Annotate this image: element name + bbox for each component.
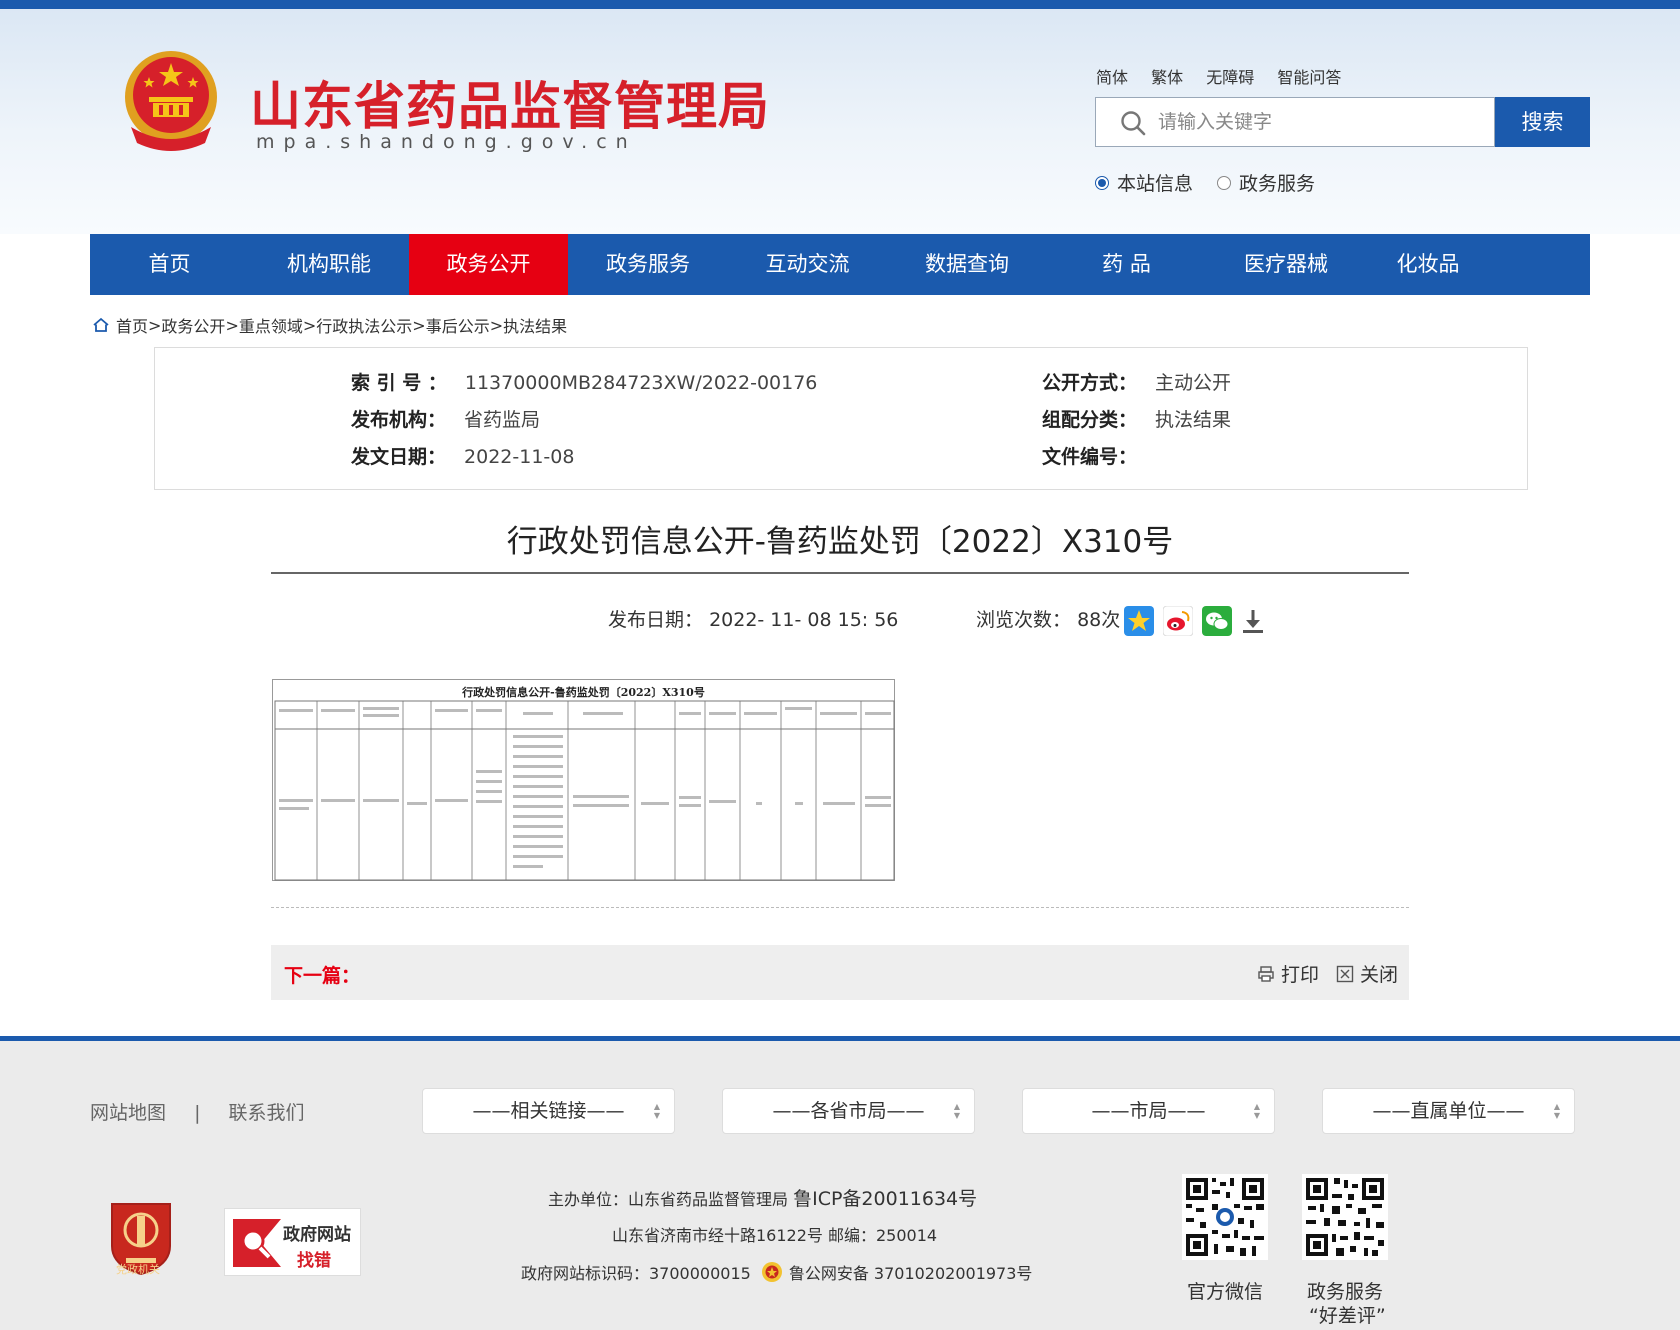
radio-checked-icon[interactable]	[1095, 175, 1109, 190]
icp-link[interactable]: 鲁ICP备20011634号	[793, 1188, 977, 1210]
search-scope: 本站信息 政务服务	[1095, 169, 1339, 196]
police-record-link[interactable]: 鲁公网安备 37010202001973号	[789, 1260, 1033, 1284]
select-arrow-icon: ▲ ▼	[953, 1102, 960, 1120]
meta-date: 发文日期： 2022-11-08	[351, 446, 575, 468]
select-city-bureaus[interactable]: ——市局—— ▲ ▼	[1022, 1088, 1275, 1134]
article-title: 行政处罚信息公开-鲁药监处罚〔2022〕X310号	[506, 524, 1174, 560]
select-arrow-icon: ▲ ▼	[1253, 1102, 1260, 1120]
penalty-table-graphic	[274, 700, 895, 881]
qr2-label: 政务服务	[1307, 1281, 1384, 1303]
close-button[interactable]: 关闭	[1336, 960, 1398, 987]
badge1-text: 党政机关	[116, 1263, 160, 1276]
close-icon	[1336, 965, 1354, 982]
footer-address: 山东省济南市经十路16122号 邮编：250014	[612, 1226, 938, 1245]
breadcrumb: 首页 > 政务公开 > 重点领域 > 行政执法公示 > 事后公示 > 执法结果	[92, 313, 567, 337]
gov-site-error-report-badge[interactable]: 政府网站 找错	[224, 1208, 361, 1276]
site-domain: mpa.shandong.gov.cn	[256, 131, 637, 153]
crumb-key-areas[interactable]: 重点领域	[239, 313, 303, 337]
search-input[interactable]	[1158, 98, 1488, 146]
national-emblem-icon	[125, 51, 217, 151]
link-sitemap[interactable]: 网站地图	[90, 1102, 166, 1124]
home-icon	[93, 317, 109, 332]
select-related-links[interactable]: ——相关链接—— ▲ ▼	[422, 1088, 675, 1134]
meta-category: 组配分类： 执法结果	[1042, 409, 1232, 431]
next-article-label[interactable]: 下一篇：	[284, 961, 360, 988]
meta-publisher: 发布机构： 省药监局	[351, 409, 541, 431]
weibo-icon[interactable]	[1163, 606, 1193, 636]
top-links: 简体 繁体 无障碍 智能问答	[1096, 64, 1359, 88]
site-footer: 网站地图 | 联系我们 ——相关链接—— ▲ ▼ ——各省市局—— ▲ ▼ ——市局——…	[0, 1041, 1680, 1330]
radio-unchecked-icon[interactable]	[1217, 175, 1232, 190]
publish-info: 发布日期： 2022- 11- 08 15: 56	[608, 609, 899, 631]
nav-medical-devices[interactable]: 医疗器械	[1206, 234, 1366, 295]
main-nav: 首页 机构职能 政务公开 政务服务 互动交流 数据查询 药 品 医疗器械 化妆品	[90, 234, 1590, 295]
select-affiliated-units[interactable]: ——直属单位—— ▲ ▼	[1322, 1088, 1575, 1134]
crumb-home[interactable]: 首页	[116, 313, 148, 337]
select-arrow-icon: ▲ ▼	[653, 1102, 660, 1120]
link-traditional[interactable]: 繁体	[1151, 68, 1183, 87]
print-button[interactable]: 打印	[1257, 960, 1319, 987]
meta-docno: 文件编号：	[1042, 446, 1138, 468]
link-contact[interactable]: 联系我们	[229, 1102, 305, 1124]
view-count-value: 88次	[1077, 609, 1121, 631]
nav-interaction[interactable]: 互动交流	[728, 234, 887, 295]
search-icon	[1121, 111, 1146, 136]
nav-home[interactable]: 首页	[90, 234, 249, 295]
magnifier-icon	[233, 1219, 281, 1267]
police-badge-icon	[761, 1262, 782, 1282]
meta-index: 索 引 号 ： 11370000MB284723XW/2022-00176	[351, 372, 818, 394]
footer-links: 网站地图 | 联系我们	[90, 1102, 305, 1124]
select-arrow-icon: ▲ ▼	[1553, 1102, 1560, 1120]
content-divider	[271, 907, 1409, 908]
title-divider	[271, 572, 1409, 574]
nav-data-query[interactable]: 数据查询	[887, 234, 1047, 295]
site-code: 政府网站标识码：3700000015	[521, 1264, 751, 1283]
qr2-label-sub: “好差评”	[1309, 1305, 1386, 1327]
article-nav-bar: 下一篇： 打印 关闭	[271, 945, 1409, 1000]
scope-site-info[interactable]: 本站信息	[1095, 169, 1193, 196]
link-simplified[interactable]: 简体	[1096, 68, 1128, 87]
top-accent-bar	[0, 0, 1680, 9]
nav-org[interactable]: 机构职能	[249, 234, 409, 295]
search-button[interactable]: 搜索	[1495, 97, 1590, 147]
wechat-qr-code	[1182, 1174, 1268, 1260]
wechat-icon[interactable]	[1202, 606, 1232, 636]
search-box	[1095, 97, 1495, 147]
qr1-label: 官方微信	[1187, 1281, 1264, 1303]
nav-gov-open[interactable]: 政务公开	[409, 234, 568, 295]
download-icon[interactable]	[1238, 606, 1268, 636]
penalty-document-image[interactable]: 行政处罚信息公开-鲁药监处罚〔2022〕X310号	[272, 679, 895, 881]
site-header: 山东省药品监督管理局 mpa.shandong.gov.cn 简体 繁体 无障碍…	[0, 9, 1680, 234]
footer-sponsor: 主办单位：山东省药品监督管理局 鲁ICP备20011634号	[548, 1188, 978, 1210]
printer-icon	[1258, 965, 1274, 982]
crumb-post-publicity[interactable]: 事后公示	[426, 313, 490, 337]
nav-cosmetics[interactable]: 化妆品	[1366, 234, 1490, 295]
link-smart-qa[interactable]: 智能问答	[1277, 68, 1341, 87]
meta-method: 公开方式： 主动公开	[1042, 372, 1232, 394]
nav-drugs[interactable]: 药 品	[1047, 234, 1206, 295]
view-count: 浏览次数： 88次	[976, 609, 1121, 631]
document-metadata: 索 引 号 ： 11370000MB284723XW/2022-00176 发布机…	[154, 347, 1528, 490]
crumb-gov-open[interactable]: 政务公开	[161, 313, 225, 337]
link-accessibility[interactable]: 无障碍	[1206, 68, 1254, 87]
crumb-results[interactable]: 执法结果	[503, 313, 567, 337]
scope-gov-service[interactable]: 政务服务	[1217, 169, 1315, 196]
crumb-enforcement[interactable]: 行政执法公示	[316, 313, 412, 337]
publish-time: 2022- 11- 08 15: 56	[709, 609, 899, 631]
site-title: 山东省药品监督管理局	[250, 78, 771, 137]
nav-gov-service[interactable]: 政务服务	[568, 234, 728, 295]
footer-codes: 政府网站标识码：3700000015 鲁公网安备 37010202001973号	[521, 1260, 1032, 1284]
select-provincial-bureaus[interactable]: ——各省市局—— ▲ ▼	[722, 1088, 975, 1134]
favorite-star-icon[interactable]	[1124, 606, 1154, 636]
gov-service-qr-code	[1302, 1174, 1388, 1260]
